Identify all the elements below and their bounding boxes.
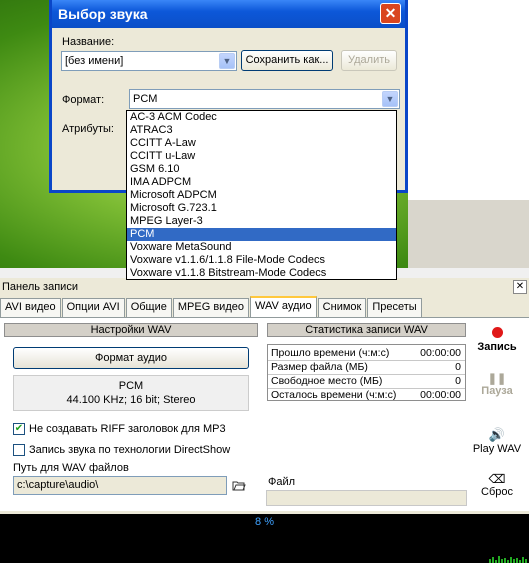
- tab-6[interactable]: Снимок: [317, 298, 367, 317]
- close-icon[interactable]: ✕: [513, 280, 527, 294]
- close-icon[interactable]: ✕: [380, 3, 401, 24]
- format-combo-value: PCM: [133, 93, 158, 105]
- record-label: Запись: [477, 341, 517, 353]
- panel-title: Панель записи: [2, 281, 78, 293]
- pause-icon: ❚❚: [487, 373, 507, 385]
- chevron-down-icon[interactable]: ▼: [219, 53, 235, 69]
- record-button[interactable]: Запись: [474, 327, 520, 353]
- wav-stats-table: Прошло времени (ч:м:с) 00:00:00 Размер фай…: [267, 344, 466, 401]
- audio-format-button[interactable]: Формат аудио: [13, 347, 249, 369]
- format-option[interactable]: Voxware v1.1.8 Bitstream-Mode Codecs: [127, 267, 396, 280]
- delete-button[interactable]: Удалить: [341, 50, 397, 71]
- file-field: [266, 490, 467, 506]
- wav-settings-header: Настройки WAV: [4, 323, 258, 337]
- chevron-down-icon[interactable]: ▼: [382, 91, 398, 107]
- stats-row: Прошло времени (ч:м:с) 00:00:00: [269, 346, 464, 360]
- format-option[interactable]: MPEG Layer-3: [127, 215, 396, 228]
- speaker-icon: 🔊: [488, 427, 506, 442]
- wav-audio-tab-content: Настройки WAV Формат аудио PCM 44.100 KH…: [0, 317, 529, 511]
- reset-button[interactable]: ⌫ Сброс: [474, 472, 520, 498]
- name-combo[interactable]: [без имени] ▼: [61, 51, 237, 71]
- directshow-checkbox-row[interactable]: Запись звука по технологии DirectShow: [13, 444, 230, 456]
- background-window-frame: [408, 200, 529, 268]
- stats-row-label: Прошло времени (ч:м:с): [271, 347, 390, 359]
- format-dropdown-list: AC-3 ACM Codec ATRAC3 CCITT A-Law CCITT u-L…: [126, 110, 397, 280]
- tab-4[interactable]: MPEG видео: [172, 298, 249, 317]
- panel-title-bar[interactable]: Панель записи ✕: [0, 278, 529, 296]
- riff-checkbox-label: Не создавать RIFF заголовок для MP3: [29, 423, 226, 435]
- level-meter: [489, 556, 527, 563]
- format-name: PCM: [118, 380, 144, 392]
- pause-label: Пауза: [481, 385, 513, 397]
- pause-button[interactable]: ❚❚ Пауза: [474, 372, 520, 397]
- stats-row-value: 00:00:00: [420, 347, 461, 359]
- stats-row: Осталось времени (ч:м:с) 00:00:00: [269, 388, 464, 402]
- format-option[interactable]: Microsoft ADPCM: [127, 189, 396, 202]
- format-option[interactable]: AC-3 ACM Codec: [127, 111, 396, 124]
- format-option[interactable]: PCM: [127, 228, 396, 241]
- play-wav-button[interactable]: 🔊 Play WAV: [468, 427, 526, 455]
- format-info-box: PCM 44.100 KHz; 16 bit; Stereo: [13, 375, 249, 411]
- stats-row-value: 0: [455, 361, 461, 373]
- format-option[interactable]: GSM 6.10: [127, 163, 396, 176]
- save-as-button[interactable]: Сохранить как...: [241, 50, 333, 71]
- format-option[interactable]: Voxware v1.1.6/1.1.8 File-Mode Codecs: [127, 254, 396, 267]
- play-wav-label: Play WAV: [472, 443, 522, 455]
- stats-row-label: Осталось времени (ч:м:с): [271, 389, 397, 401]
- status-bar: 8 %: [0, 514, 529, 563]
- format-option[interactable]: ATRAC3: [127, 124, 396, 137]
- format-details: 44.100 KHz; 16 bit; Stereo: [66, 394, 196, 406]
- format-option[interactable]: CCITT u-Law: [127, 150, 396, 163]
- riff-checkbox[interactable]: ✔: [13, 423, 25, 435]
- stats-row-value: 0: [455, 375, 461, 387]
- tab-strip: AVI видео Опции AVI Общие MPEG видео WAV ауд…: [0, 296, 423, 317]
- format-option[interactable]: Microsoft G.723.1: [127, 202, 396, 215]
- format-option[interactable]: IMA ADPCM: [127, 176, 396, 189]
- tab-1[interactable]: AVI видео: [0, 298, 61, 317]
- format-label: Формат:: [62, 94, 105, 106]
- reset-label: Сброс: [481, 486, 513, 498]
- tab-2[interactable]: Опции AVI: [61, 298, 125, 317]
- stats-row-value: 00:00:00: [420, 389, 461, 401]
- tab-5[interactable]: WAV аудио: [249, 296, 317, 317]
- wav-stats-header: Статистика записи WAV: [267, 323, 466, 337]
- folder-icon[interactable]: [232, 479, 246, 491]
- format-option[interactable]: CCITT A-Law: [127, 137, 396, 150]
- format-combo[interactable]: PCM ▼: [129, 89, 400, 109]
- name-combo-value: [без имени]: [65, 55, 124, 67]
- directshow-checkbox-label: Запись звука по технологии DirectShow: [29, 444, 231, 456]
- wav-path-label: Путь для WAV файлов: [13, 462, 129, 474]
- background-window-area: [408, 0, 529, 200]
- dialog-title-bar[interactable]: Выбор звука ✕: [52, 0, 405, 28]
- name-label: Название:: [62, 36, 115, 48]
- tab-7[interactable]: Пресеты: [367, 298, 422, 317]
- tab-3[interactable]: Общие: [125, 298, 172, 317]
- stats-row: Размер файла (МБ) 0: [269, 360, 464, 374]
- stats-row: Свободное место (МБ) 0: [269, 374, 464, 388]
- file-label: Файл: [268, 476, 296, 488]
- progress-text: 8 %: [255, 516, 274, 528]
- eraser-icon: ⌫: [488, 472, 506, 486]
- stats-row-label: Размер файла (МБ): [271, 361, 368, 373]
- format-option[interactable]: Voxware MetaSound: [127, 241, 396, 254]
- wav-path-field[interactable]: c:\capture\audio\: [13, 476, 227, 495]
- dialog-title: Выбор звука: [58, 6, 148, 22]
- record-icon: [491, 327, 503, 338]
- riff-checkbox-row[interactable]: ✔ Не создавать RIFF заголовок для MP3: [13, 423, 226, 435]
- stats-row-label: Свободное место (МБ): [271, 375, 383, 387]
- attributes-label: Атрибуты:: [62, 123, 114, 135]
- directshow-checkbox[interactable]: [13, 444, 25, 456]
